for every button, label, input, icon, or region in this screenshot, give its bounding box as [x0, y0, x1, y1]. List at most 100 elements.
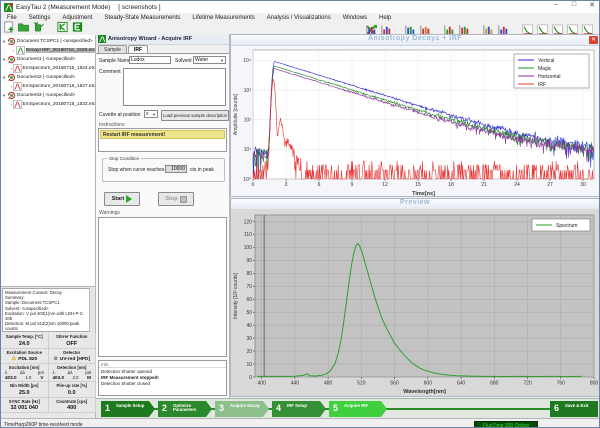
- solvent-label: Solvent: [175, 58, 192, 64]
- wizard-step-2[interactable]: 2Optimize Parameters: [158, 401, 212, 417]
- file-chart-icon: [13, 64, 22, 73]
- excitation-source-field: Excitation Source ⚠PDL 820: [1, 349, 49, 364]
- menu-item-lifetime-measurements[interactable]: Lifetime Measurements: [186, 15, 260, 21]
- cuvette-position-dropdown[interactable]: x▼: [144, 110, 158, 118]
- file-chart-icon: [13, 82, 22, 91]
- measurement-context-panel: Measurement Context: DecaySummary: Sampl…: [1, 286, 96, 418]
- wizard-steps-bar: 1Sample Setup2Optimize Parameters3Acquir…: [96, 398, 600, 418]
- start-button[interactable]: Start: [104, 192, 140, 206]
- pileup-rate-field: Pile-up rate [%] 0.0: [49, 382, 97, 397]
- info-box: Info Detection Shutter openedIRF Measure…: [98, 360, 227, 396]
- document-label: Document2 | <unspecified>: [17, 75, 75, 80]
- app-window: EasyTau 2 (Measurement Mode) [ screensho…: [0, 0, 600, 428]
- tab-irf[interactable]: IRF: [128, 45, 148, 53]
- window-title: EasyTau 2 (Measurement Mode): [16, 4, 110, 11]
- preview-chart[interactable]: 4004404805205606006406807207608000102030…: [231, 209, 599, 401]
- measurement-mode-icon[interactable]: [71, 20, 84, 32]
- summary-scrollbar[interactable]: [89, 288, 94, 332]
- trace-histogram-icon-3[interactable]: [404, 23, 417, 35]
- window-layout-icon[interactable]: [56, 20, 69, 32]
- step-label: IRF Setup: [287, 404, 321, 409]
- cuvette-position-label: Cuvette at position: [99, 112, 140, 118]
- minimize-button[interactable]: –: [551, 1, 561, 9]
- stop-button[interactable]: Stop: [158, 192, 194, 206]
- step-label: Sample Setup: [116, 404, 150, 409]
- svg-text:40: 40: [246, 323, 252, 329]
- parameter-grid: Sample Temp. [°C] 24.0 Stirrer Function …: [1, 333, 96, 413]
- solvent-dropdown[interactable]: Water▼: [193, 56, 226, 64]
- wizard-step-4[interactable]: 4IRF Setup: [272, 401, 326, 417]
- step-label: Optimize Parameters: [173, 404, 207, 413]
- detector-icon: ⚙: [53, 356, 57, 362]
- menu-item-steady-state-measurements[interactable]: Steady-State Measurements: [98, 15, 186, 21]
- svg-text:Spectrum: Spectrum: [556, 223, 577, 229]
- tree-file-2-0[interactable]: ›EmSpectrum_20180716_1527.etc: [1, 82, 95, 91]
- svg-text:Magic: Magic: [538, 66, 552, 72]
- svg-text:20: 20: [246, 349, 252, 355]
- svg-text:IRF: IRF: [538, 82, 546, 88]
- svg-text:10¹: 10¹: [244, 147, 252, 153]
- trace-histogram-icon-8[interactable]: [497, 23, 510, 35]
- tree-document-0[interactable]: ▾Document TCSPC1 | <unspecified>: [1, 37, 95, 46]
- load-previous-sample-button[interactable]: Load previous sample description: [161, 110, 229, 121]
- tree-document-3[interactable]: ▾Document3 | <unspecified>: [1, 91, 95, 100]
- svg-text:480: 480: [324, 381, 333, 387]
- decay-chart[interactable]: 10⁰10¹10²10³10⁴036912151821242730Time[ns…: [231, 46, 599, 202]
- svg-text:Vertical: Vertical: [538, 58, 554, 64]
- trace-histogram-icon-2[interactable]: [380, 23, 393, 35]
- wizard-step-3[interactable]: 3Acquire Decay: [215, 401, 269, 417]
- new-document-icon[interactable]: [2, 20, 15, 32]
- stirrer-field: Stirrer Function OFF: [49, 333, 97, 348]
- stop-counts-input[interactable]: [165, 165, 187, 173]
- decay-analysis-icon-1[interactable]: [521, 23, 534, 35]
- document-tree: ▾Document TCSPC1 | <unspecified>›Decay+I…: [1, 35, 96, 286]
- stop-condition-group: Stop Condition Stop when curve reaches c…: [102, 158, 225, 182]
- decay-analysis-icon-5[interactable]: [581, 23, 594, 35]
- tree-file-1-0[interactable]: ›EmSpectrum_20180716_1524.etc: [1, 64, 95, 73]
- wizard-step-5[interactable]: 5Acquire IRF: [329, 401, 387, 417]
- play-icon: [126, 195, 132, 203]
- tree-file-0-0[interactable]: ›Decay+IRF_20180716_1530.etc: [1, 46, 95, 55]
- window-subtitle: [ screenshots ]: [118, 4, 160, 11]
- wizard-step-6[interactable]: 6Save & Exit: [550, 401, 598, 417]
- svg-text:21: 21: [481, 182, 487, 188]
- document-label: Document TCSPC1 | <unspecified>: [17, 39, 93, 44]
- save-document-icon[interactable]: [32, 20, 45, 32]
- menu-item-windows[interactable]: Windows: [337, 15, 373, 21]
- decay-chart-svg: 10⁰10¹10²10³10⁴036912151821242730Time[ns…: [231, 46, 599, 197]
- countrate-field: Countrate [cps] 400: [49, 398, 97, 413]
- trace-histogram-icon-6[interactable]: [458, 23, 471, 35]
- trace-histogram-icon-1[interactable]: [365, 23, 378, 35]
- trace-histogram-icon-7[interactable]: [482, 23, 495, 35]
- comment-textarea[interactable]: [123, 68, 226, 106]
- device-mode-status: TimeHarp260P time-resolved mode: [4, 422, 83, 428]
- document-label: Document1 | <unspecified>: [17, 57, 75, 62]
- stop-condition-label: Stop Condition: [107, 156, 141, 161]
- wizard-step-1[interactable]: 1Sample Setup: [101, 401, 155, 417]
- document-icon: [7, 55, 16, 64]
- sample-name-label: Sample Name: [99, 58, 131, 64]
- trace-histogram-icon-4[interactable]: [419, 23, 432, 35]
- decay-analysis-icon-4[interactable]: [566, 23, 579, 35]
- detection-wavelength-field: Detection [nm] λΔλpol 403.02.0M: [49, 364, 97, 381]
- info-messages: Detection Shutter openedIRF Measurement …: [99, 368, 226, 386]
- chart-close-icon[interactable]: ✕: [589, 36, 598, 44]
- document-icon: [7, 37, 16, 46]
- file-label: Decay+IRF_20180716_1530.etc: [26, 48, 95, 53]
- maximize-button[interactable]: □: [569, 1, 579, 9]
- open-document-icon[interactable]: [17, 20, 30, 32]
- instruction-message: Restart IRF measurement!: [100, 130, 225, 139]
- sample-name-input[interactable]: [129, 56, 171, 64]
- decay-analysis-icon-2[interactable]: [536, 23, 549, 35]
- tree-document-1[interactable]: ▾Document1 | <unspecified>: [1, 55, 95, 64]
- menu-item-analysis-visualizations[interactable]: Analysis / Visualizations: [261, 15, 337, 21]
- decay-analysis-icon-3[interactable]: [551, 23, 564, 35]
- trace-histogram-icon-5[interactable]: [443, 23, 456, 35]
- tree-file-3-0[interactable]: ›EmSpectrum_20180716_1533.etc: [1, 100, 95, 109]
- preview-chart-panel: Preview 40044048052056060064068072076080…: [230, 198, 600, 397]
- close-button[interactable]: ✕: [587, 1, 597, 9]
- tab-sample[interactable]: Sample: [98, 45, 127, 53]
- tree-document-2[interactable]: ▾Document2 | <unspecified>: [1, 73, 95, 82]
- svg-text:720: 720: [523, 381, 532, 387]
- menu-item-help[interactable]: Help: [373, 15, 397, 21]
